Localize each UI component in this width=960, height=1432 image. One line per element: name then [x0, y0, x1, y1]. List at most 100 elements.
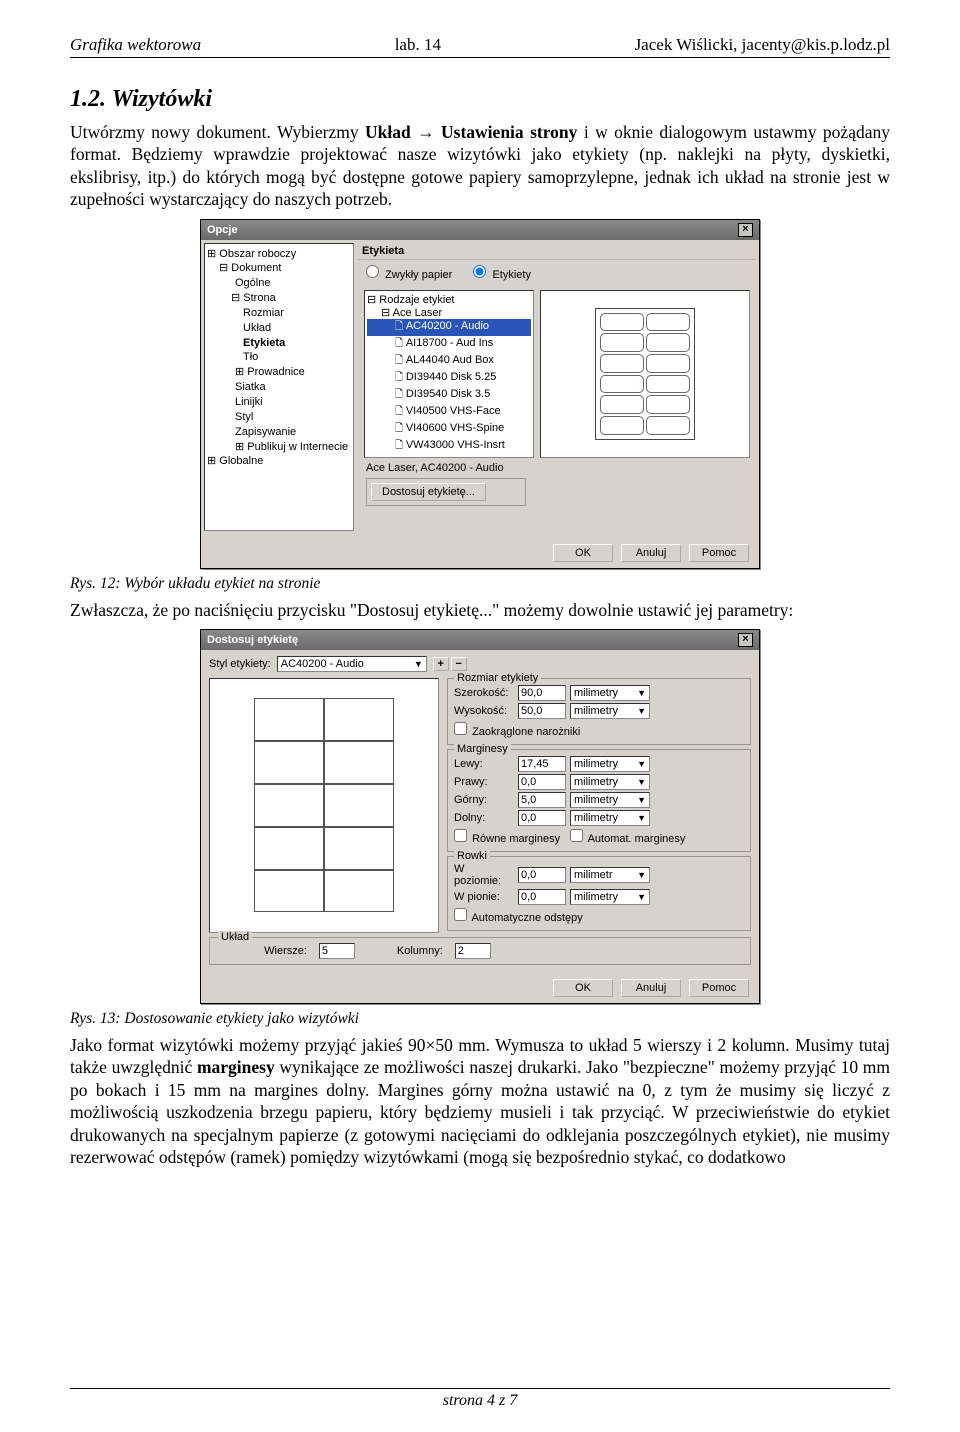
radio-input[interactable]: [473, 265, 486, 278]
width-input[interactable]: 90,0: [518, 685, 566, 701]
tree-label-item[interactable]: DI39440 Disk 5.25: [367, 370, 531, 387]
right-margin-input[interactable]: 0,0: [518, 774, 566, 790]
tree-label-item[interactable]: DI39540 Disk 3.5: [367, 387, 531, 404]
tree-label: Strona: [243, 292, 275, 304]
paper-type-radios: Zwykły papier Etykiety: [358, 260, 756, 286]
margins-fieldset: Marginesy Lewy:17,45milimetry▼ Prawy:0,0…: [447, 749, 751, 852]
top-margin-input[interactable]: 5,0: [518, 792, 566, 808]
unit-combo[interactable]: milimetry ▼: [570, 756, 650, 772]
unit-combo[interactable]: milimetr▼: [570, 867, 650, 883]
auto-margins-checkbox[interactable]: Automat. marginesy: [570, 829, 685, 845]
rounded-corners-checkbox[interactable]: Zaokrąglone narożniki: [454, 722, 580, 738]
width-unit-combo[interactable]: milimetry▼: [570, 685, 650, 701]
minus-button[interactable]: −: [451, 657, 467, 671]
tree-item[interactable]: Globalne: [207, 454, 353, 469]
section-title: 1.2. Wizytówki: [70, 86, 890, 113]
options-tree[interactable]: Obszar roboczy Dokument Ogólne ⊟ Strona …: [204, 243, 354, 531]
plus-button[interactable]: +: [433, 657, 449, 671]
combo-value: milimetry: [574, 891, 618, 903]
checkbox-input[interactable]: [454, 722, 467, 735]
doc-author: Jacek Wiślicki, jacenty@kis.p.lodz.pl: [635, 35, 890, 55]
page-footer: strona 4 z 7: [70, 1388, 890, 1410]
tree-item[interactable]: Obszar roboczy: [207, 247, 353, 262]
radio-input[interactable]: [366, 265, 379, 278]
tree-item[interactable]: Siatka: [207, 380, 353, 395]
unit-combo[interactable]: milimetry ▼: [570, 792, 650, 808]
tree-item[interactable]: Styl: [207, 410, 353, 425]
radio-label: Etykiety: [492, 269, 531, 281]
combo-value: milimetry: [574, 794, 618, 806]
chevron-down-icon: ▼: [637, 777, 646, 787]
tree-item[interactable]: Linijki: [207, 395, 353, 410]
customize-label-dialog: Dostosuj etykietę × Styl etykiety: AC402…: [200, 629, 760, 1004]
radio-label: Zwykły papier: [385, 269, 452, 281]
dialog-title-text: Dostosuj etykietę: [207, 634, 298, 646]
tree-item[interactable]: Ogólne: [207, 276, 353, 291]
bold-term: marginesy: [197, 1057, 275, 1077]
radio-labels[interactable]: Etykiety: [473, 269, 531, 281]
help-button[interactable]: Pomoc: [689, 544, 749, 562]
tree-label: Prowadnice: [247, 366, 304, 378]
rows-input[interactable]: 5: [319, 943, 355, 959]
radio-normal-paper[interactable]: Zwykły papier: [366, 269, 452, 281]
chevron-down-icon: ▼: [637, 795, 646, 805]
cols-label: Kolumny:: [397, 945, 443, 957]
combo-value: milimetr: [574, 869, 613, 881]
ok-button[interactable]: OK: [553, 979, 613, 997]
tree-item[interactable]: ⊟ Strona: [207, 291, 353, 306]
ok-button[interactable]: OK: [553, 544, 613, 562]
chevron-down-icon: ▼: [637, 759, 646, 769]
height-input[interactable]: 50,0: [518, 703, 566, 719]
tree-item[interactable]: Rozmiar: [207, 306, 353, 321]
gutters-legend: Rowki: [454, 850, 490, 862]
unit-combo[interactable]: milimetry▼: [570, 774, 650, 790]
checkbox-input[interactable]: [454, 908, 467, 921]
tree-item[interactable]: Tło: [207, 350, 353, 365]
equal-margins-checkbox[interactable]: Równe marginesy: [454, 829, 560, 845]
customize-label-button[interactable]: Dostosuj etykietę...: [371, 483, 486, 501]
unit-combo[interactable]: milimetry▼: [570, 810, 650, 826]
bottom-margin-input[interactable]: 0,0: [518, 810, 566, 826]
tree-item-selected[interactable]: Etykieta: [207, 336, 353, 351]
unit-combo[interactable]: milimetry▼: [570, 889, 650, 905]
tree-item[interactable]: Układ: [207, 321, 353, 336]
dialog-buttons: OK Anuluj Pomoc: [553, 979, 749, 997]
tree-vendor[interactable]: Ace Laser: [367, 306, 531, 319]
help-button[interactable]: Pomoc: [689, 979, 749, 997]
tree-item[interactable]: Zapisywanie: [207, 425, 353, 440]
cols-input[interactable]: 2: [455, 943, 491, 959]
tree-item[interactable]: ⊞ Publikuj w Internecie: [207, 440, 353, 455]
page-header: Grafika wektorowa lab. 14 Jacek Wiślicki…: [70, 35, 890, 55]
cancel-button[interactable]: Anuluj: [621, 544, 681, 562]
vgutter-input[interactable]: 0,0: [518, 889, 566, 905]
close-icon[interactable]: ×: [738, 223, 753, 237]
tree-label-item[interactable]: VI40600 VHS-Spine: [367, 421, 531, 438]
auto-spacing-checkbox[interactable]: Automatyczne odstępy: [454, 908, 583, 924]
checkbox-label: Automatyczne odstępy: [471, 912, 582, 924]
tree-label-selected[interactable]: AC40200 - Audio: [367, 319, 531, 336]
tree-label-item[interactable]: AI18700 - Aud Ins: [367, 336, 531, 353]
checkbox-input[interactable]: [454, 829, 467, 842]
chevron-down-icon: ▼: [637, 688, 646, 698]
left-margin-input[interactable]: 17,45: [518, 756, 566, 772]
height-unit-combo[interactable]: milimetry▼: [570, 703, 650, 719]
checkbox-input[interactable]: [570, 829, 583, 842]
label-types-tree[interactable]: Rodzaje etykiet Ace Laser AC40200 - Audi…: [364, 290, 534, 458]
tree-item[interactable]: Dokument: [207, 261, 353, 276]
dialog-titlebar: Opcje ×: [201, 220, 759, 240]
intro-paragraph: Utwórzmy nowy dokument. Wybierzmy Układ …: [70, 121, 890, 211]
top-margin-label: Górny:: [454, 794, 514, 806]
tree-root[interactable]: Rodzaje etykiet: [367, 293, 531, 306]
label-sheet-icon: [595, 308, 695, 440]
left-margin-label: Lewy:: [454, 758, 514, 770]
style-combo[interactable]: AC40200 - Audio ▼: [277, 656, 427, 672]
tree-label-item[interactable]: VI40500 VHS-Face: [367, 404, 531, 421]
customize-group: Dostosuj etykietę...: [366, 478, 526, 506]
combo-value: milimetry: [574, 758, 618, 770]
tree-label-item[interactable]: AL44040 Aud Box: [367, 353, 531, 370]
tree-label-item[interactable]: VW43000 VHS-Insrt: [367, 438, 531, 455]
cancel-button[interactable]: Anuluj: [621, 979, 681, 997]
hgutter-input[interactable]: 0,0: [518, 867, 566, 883]
tree-item[interactable]: ⊞ Prowadnice: [207, 365, 353, 380]
close-icon[interactable]: ×: [738, 633, 753, 647]
